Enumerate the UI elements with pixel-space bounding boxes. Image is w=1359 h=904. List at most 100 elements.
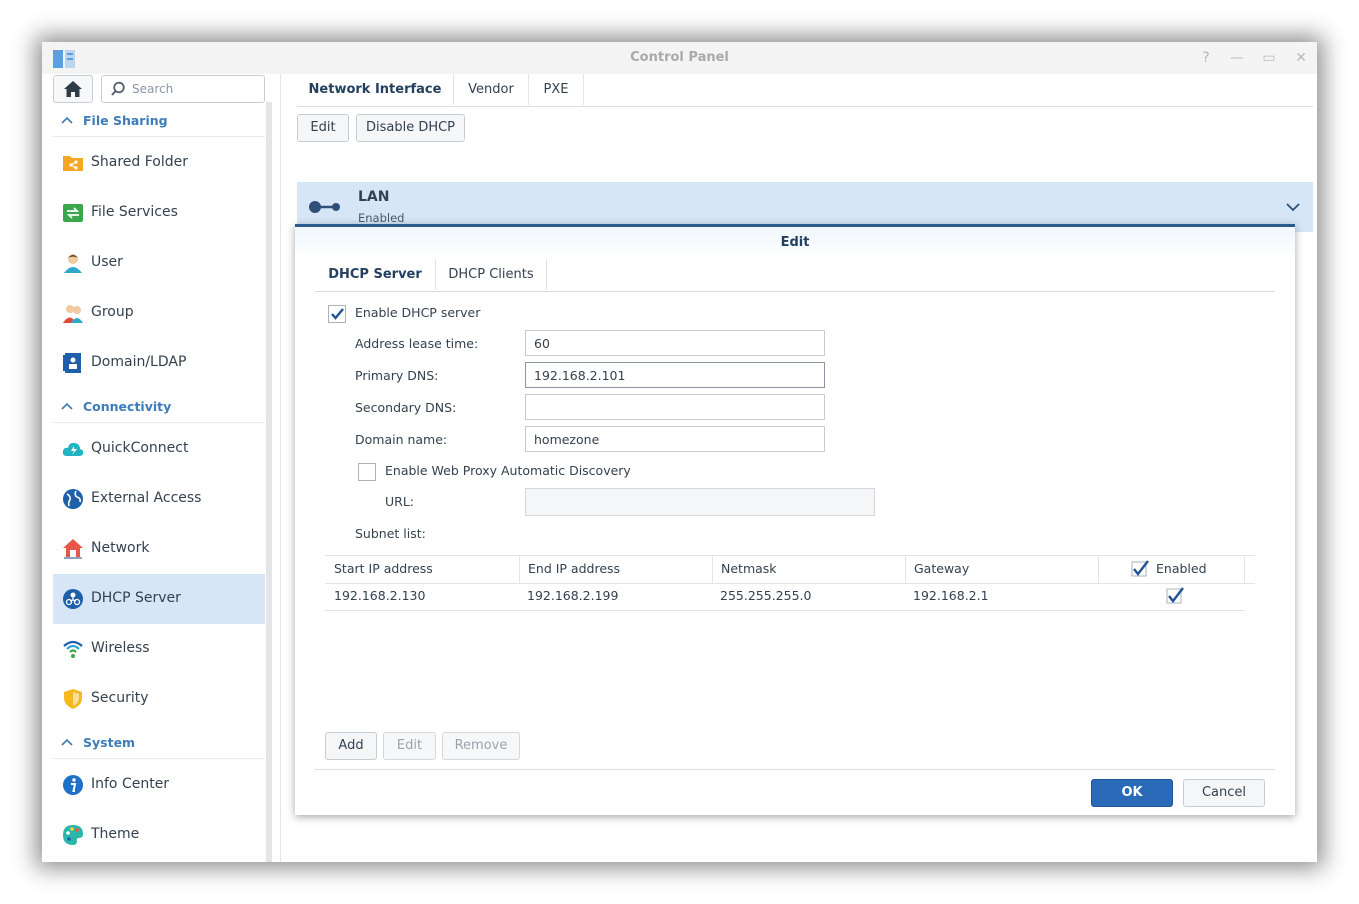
primary-dns-label: Primary DNS: — [355, 368, 439, 383]
secondary-dns-label: Secondary DNS: — [355, 400, 457, 415]
tab-dhcp-clients[interactable]: DHCP Clients — [436, 259, 547, 290]
table-row[interactable]: 192.168.2.130 192.168.2.199 255.255.255.… — [325, 583, 1245, 611]
ok-button[interactable]: OK — [1091, 779, 1173, 807]
add-button[interactable]: Add — [325, 732, 377, 760]
interface-status: Enabled — [358, 211, 405, 225]
interface-name: LAN — [358, 189, 390, 205]
remove-button[interactable]: Remove — [442, 732, 520, 760]
sidebar-item-label: Network — [91, 540, 150, 556]
wpad-checkbox[interactable] — [358, 463, 376, 481]
sidebar-item-label: Theme — [91, 826, 140, 842]
sidebar-item-external-access[interactable]: External Access — [53, 474, 265, 524]
sidebar-item-label: File Services — [91, 204, 178, 220]
enable-dhcp-label: Enable DHCP server — [355, 305, 481, 320]
section-label: Connectivity — [83, 399, 172, 414]
cancel-button[interactable]: Cancel — [1183, 779, 1265, 807]
security-icon — [64, 689, 82, 709]
sidebar-item-label: Wireless — [91, 640, 150, 656]
col-enabled[interactable]: Enabled — [1156, 561, 1207, 576]
tab-vendor[interactable]: Vendor — [454, 74, 529, 105]
sidebar-item-info-center[interactable]: Info Center — [53, 760, 265, 810]
sidebar-item-file-services[interactable]: File Services — [53, 188, 265, 238]
window-title: Control Panel — [630, 50, 729, 65]
sidebar-scrollbar[interactable] — [266, 102, 272, 862]
sidebar-item-label: QuickConnect — [91, 440, 189, 456]
search-icon — [111, 81, 125, 96]
network-icon — [63, 539, 83, 559]
theme-icon — [63, 825, 83, 845]
minimize-icon[interactable]: — — [1227, 48, 1247, 68]
sidebar-item-label: Info Center — [91, 776, 170, 792]
tab-pxe[interactable]: PXE — [529, 74, 584, 105]
chevron-up-icon — [61, 116, 73, 124]
lease-time-label: Address lease time: — [355, 336, 479, 351]
sidebar-item-quickconnect[interactable]: QuickConnect — [53, 424, 265, 474]
url-input[interactable] — [525, 488, 875, 516]
domain-ldap-icon — [63, 353, 81, 373]
home-icon — [64, 81, 82, 97]
user-icon — [64, 254, 82, 273]
edit-button[interactable]: Edit — [297, 114, 349, 142]
close-icon[interactable]: ✕ — [1291, 48, 1311, 68]
sidebar: Search File Sharing Shared Folder File S… — [42, 74, 272, 862]
section-label: File Sharing — [83, 113, 168, 128]
col-gateway[interactable]: Gateway — [914, 561, 969, 576]
enable-dhcp-checkbox[interactable] — [328, 305, 346, 323]
dhcp-server-icon — [63, 589, 83, 609]
tab-network-interface[interactable]: Network Interface — [297, 74, 454, 105]
title-bar: Control Panel ? — ▭ ✕ — [42, 42, 1317, 74]
dialog-tabs: DHCP Server DHCP Clients — [315, 259, 1275, 292]
section-file-sharing[interactable]: File Sharing — [53, 106, 265, 137]
section-connectivity[interactable]: Connectivity — [53, 392, 265, 423]
col-netmask[interactable]: Netmask — [721, 561, 777, 576]
sidebar-item-label: Shared Folder — [91, 154, 189, 170]
sidebar-item-theme[interactable]: Theme — [53, 810, 265, 860]
chevron-up-icon — [61, 738, 73, 746]
sidebar-item-label: Domain/LDAP — [91, 354, 187, 370]
help-icon[interactable]: ? — [1196, 48, 1216, 68]
subnet-table: Start IP address End IP address Netmask … — [325, 555, 1255, 611]
sidebar-item-label: External Access — [91, 490, 202, 506]
disable-dhcp-button[interactable]: Disable DHCP — [356, 114, 465, 142]
group-icon — [63, 305, 83, 323]
domain-name-input[interactable]: homezone — [525, 426, 825, 452]
subnet-list-label: Subnet list: — [355, 526, 426, 541]
home-button[interactable] — [53, 75, 93, 103]
sidebar-item-security[interactable]: Security — [53, 674, 265, 724]
tab-dhcp-server[interactable]: DHCP Server — [315, 259, 436, 290]
edit-subnet-button[interactable]: Edit — [383, 732, 436, 760]
cell-start-ip: 192.168.2.130 — [334, 588, 426, 603]
sidebar-item-wireless[interactable]: Wireless — [53, 624, 265, 674]
col-start-ip[interactable]: Start IP address — [334, 561, 433, 576]
url-label: URL: — [385, 494, 415, 509]
footer-divider — [315, 769, 1275, 770]
enabled-header-checkbox[interactable] — [1131, 560, 1151, 578]
control-panel-window: Control Panel ? — ▭ ✕ Search File Sharin… — [42, 42, 1317, 862]
secondary-dns-input[interactable] — [525, 394, 825, 420]
col-end-ip[interactable]: End IP address — [528, 561, 620, 576]
external-access-icon — [63, 489, 83, 509]
lease-time-input[interactable]: 60 — [525, 330, 825, 356]
search-placeholder: Search — [132, 82, 174, 96]
wpad-label: Enable Web Proxy Automatic Discovery — [385, 463, 631, 478]
sidebar-item-dhcp-server[interactable]: DHCP Server — [53, 574, 265, 624]
sidebar-item-domain-ldap[interactable]: Domain/LDAP — [53, 338, 265, 388]
sidebar-item-user[interactable]: User — [53, 238, 265, 288]
sidebar-item-group[interactable]: Group — [53, 288, 265, 338]
connection-icon — [309, 201, 340, 213]
section-system[interactable]: System — [53, 728, 265, 759]
sidebar-item-label: Group — [91, 304, 134, 320]
sidebar-item-network[interactable]: Network — [53, 524, 265, 574]
chevron-down-icon[interactable] — [1286, 202, 1300, 212]
chevron-up-icon — [61, 402, 73, 410]
sidebar-item-label: Security — [91, 690, 149, 706]
maximize-icon[interactable]: ▭ — [1259, 48, 1279, 68]
checkmark-icon — [331, 308, 344, 320]
main-tabs: Network Interface Vendor PXE — [297, 74, 1313, 107]
sidebar-item-shared-folder[interactable]: Shared Folder — [53, 138, 265, 188]
sidebar-item-label: User — [91, 254, 123, 270]
search-field[interactable]: Search — [101, 75, 265, 103]
row-enabled-checkbox[interactable] — [1166, 587, 1186, 605]
primary-dns-input[interactable]: 192.168.2.101 — [525, 362, 825, 388]
edit-dialog: Edit DHCP Server DHCP Clients Enable DHC… — [295, 224, 1295, 815]
